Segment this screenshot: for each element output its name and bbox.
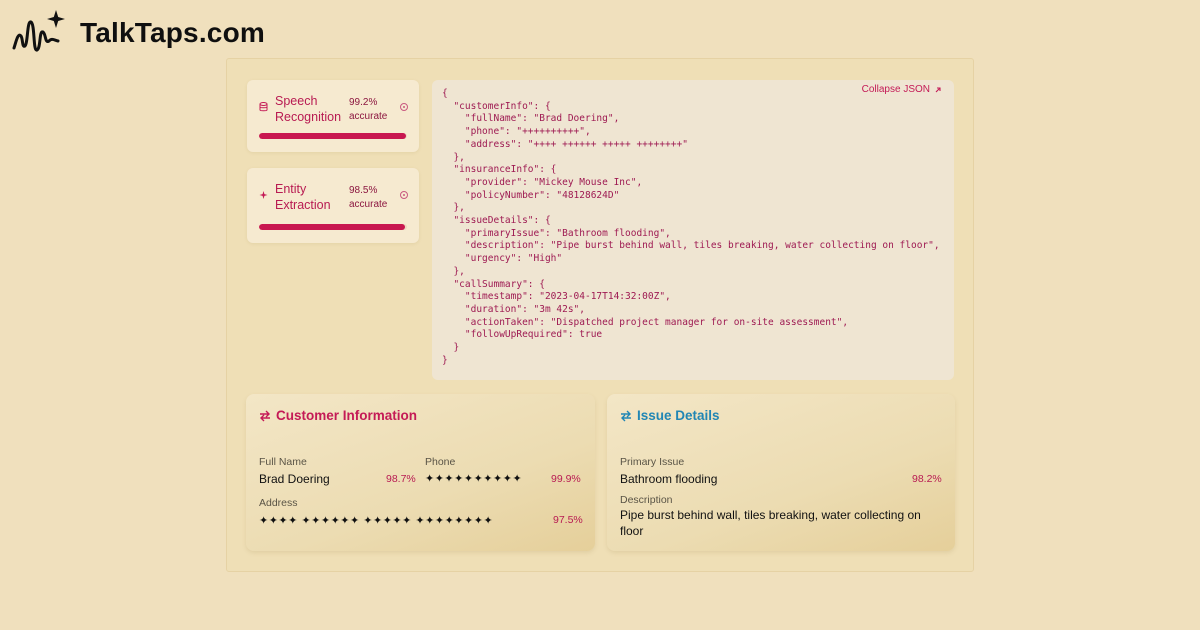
json-line: "phone": "++++++++++", [442,126,591,138]
json-line: }, [442,151,465,163]
progress-bar [259,133,407,139]
json-line: "duration": "3m 42s", [442,303,585,315]
waveform-sparkle-icon [12,10,65,52]
metric-unit: accurate [349,111,388,122]
full-name-value: Brad Doering [259,472,330,486]
json-line: }, [442,265,465,277]
brand-name: TalkTaps.com [80,17,265,48]
metric-label: Speech Recognition [275,94,342,124]
phone-confidence: 99.9% [551,473,581,485]
address-label: Address [259,497,298,509]
target-icon [400,191,408,199]
brand[interactable]: TalkTaps.com [10,8,265,58]
description-value: Pipe burst behind wall, tiles breaking, … [620,508,921,538]
metric-value: 98.5% accurate [349,184,387,212]
metric-label: Entity Extraction [275,182,331,212]
json-line: "fullName": "Brad Doering", [442,113,620,125]
card-title: Issue Details [620,408,720,423]
json-line: } [442,342,460,354]
address-value: ✦✦✦✦ ✦✦✦✦✦✦ ✦✦✦✦✦ ✦✦✦✦✦✦✦✦ [259,515,494,527]
primary-issue-confidence: 98.2% [912,473,942,485]
json-line: "actionTaken": "Dispatched project manag… [442,316,849,328]
json-line: "customerInfo": { [442,100,551,112]
metric-speech-recognition: Speech Recognition 99.2% accurate [247,80,419,152]
metric-percent: 99.2% [349,97,378,108]
metric-unit: accurate [349,199,388,210]
metric-value: 99.2% accurate [349,96,387,124]
json-line: "issueDetails": { [442,215,551,227]
json-line: } [442,354,448,366]
json-code: { "customerInfo": { "fullName": "Brad Do… [442,88,948,367]
address-confidence: 97.5% [553,514,583,526]
full-name-confidence: 98.7% [386,473,416,485]
json-line: "primaryIssue": "Bathroom flooding", [442,227,671,239]
card-title-text: Customer Information [276,408,418,423]
swap-arrows-icon [621,410,631,421]
full-name-label: Full Name [259,456,307,468]
json-line: "provider": "Mickey Mouse Inc", [442,176,643,188]
primary-issue-label: Primary Issue [620,456,685,468]
json-line: "policyNumber": "48128624D" [442,189,620,201]
progress-fill [259,224,405,230]
progress-bar [259,224,407,230]
json-line: "followUpRequired": true [442,329,603,341]
json-line: "callSummary": { [442,278,545,290]
progress-fill [259,133,406,139]
demo-panel: Speech Recognition 99.2% accurate Entity… [226,58,974,572]
customer-information-card: Customer Information Full Name Brad Doer… [246,394,595,551]
json-viewer: Collapse JSON { "customerInfo": { "fullN… [432,80,954,380]
json-line: "urgency": "High" [442,253,563,265]
phone-value: ✦✦✦✦✦✦✦✦✦✦ [425,473,523,485]
database-icon [259,102,268,115]
phone-label: Phone [425,456,456,468]
json-line: { [442,88,448,99]
card-title-text: Issue Details [637,408,720,423]
issue-details-card: Issue Details Primary Issue Bathroom flo… [607,394,955,551]
metric-entity-extraction: Entity Extraction 98.5% accurate [247,168,419,243]
primary-issue-value: Bathroom flooding [620,472,718,486]
json-line: "insuranceInfo": { [442,164,557,176]
json-line: "timestamp": "2023-04-17T14:32:00Z", [442,291,671,303]
json-line: }, [442,202,465,214]
json-line: "description": "Pipe burst behind wall, … [442,240,940,252]
sparkle-icon [259,190,268,203]
metric-percent: 98.5% [349,185,378,196]
json-line: "address": "++++ ++++++ +++++ ++++++++" [442,138,688,150]
swap-arrows-icon [260,410,270,421]
target-icon [400,103,408,111]
card-title: Customer Information [259,408,417,423]
description-label: Description [620,494,673,506]
